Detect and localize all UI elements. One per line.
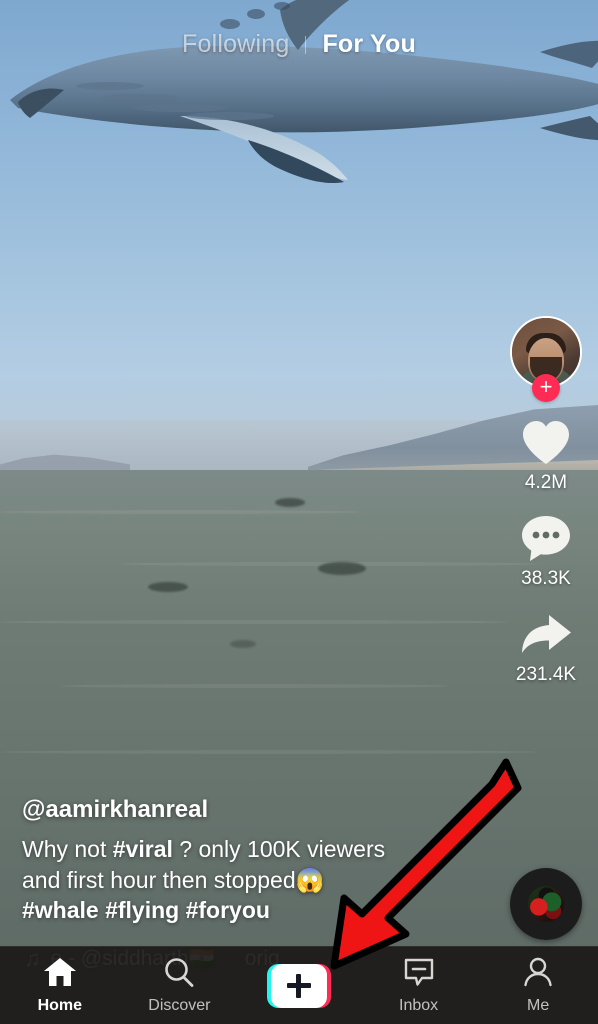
nav-item-discover[interactable]: Discover xyxy=(129,957,229,1015)
tiktok-video-screen: Following For You + 4.2M 38.3K 231.4K @a… xyxy=(0,0,598,1024)
comment-count: 38.3K xyxy=(521,568,571,589)
nav-label-discover: Discover xyxy=(148,996,211,1014)
tab-for-you[interactable]: For You xyxy=(308,30,430,59)
video-caption: @aamirkhanreal Why not #viral ? only 100… xyxy=(22,796,392,926)
nav-item-me[interactable]: Me xyxy=(488,957,588,1015)
action-rail: + 4.2M 38.3K 231.4K xyxy=(506,316,586,704)
caption-text: Why not #viral ? only 100K viewers and f… xyxy=(22,834,392,926)
like-button[interactable]: 4.2M xyxy=(518,416,574,494)
home-icon xyxy=(43,957,77,992)
follow-button[interactable]: + xyxy=(532,374,560,402)
tab-divider xyxy=(305,35,307,54)
caption-segment-0: Why not xyxy=(22,836,113,863)
nav-label-inbox: Inbox xyxy=(399,996,439,1014)
tab-following[interactable]: Following xyxy=(168,30,303,59)
avatar[interactable]: + xyxy=(510,316,582,402)
inbox-icon xyxy=(403,957,435,992)
nav-label-me: Me xyxy=(527,996,550,1014)
music-disc-icon[interactable] xyxy=(510,868,582,940)
like-count: 4.2M xyxy=(524,472,568,493)
top-tab-bar: Following For You xyxy=(0,30,598,59)
search-icon xyxy=(163,957,195,992)
create-button[interactable] xyxy=(249,963,349,1008)
hashtag-group[interactable]: #whale #flying #foryou xyxy=(22,897,270,923)
music-disc-art xyxy=(528,886,564,922)
comment-button[interactable]: 38.3K xyxy=(518,512,574,590)
author-handle[interactable]: @aamirkhanreal xyxy=(22,796,392,824)
hashtag-viral[interactable]: #viral xyxy=(113,836,173,862)
share-button[interactable]: 231.4K xyxy=(516,608,576,686)
create-button-face[interactable] xyxy=(270,963,327,1008)
share-icon[interactable] xyxy=(518,608,574,662)
nav-item-inbox[interactable]: Inbox xyxy=(369,957,469,1015)
comment-icon[interactable] xyxy=(518,512,574,566)
person-icon xyxy=(522,957,554,992)
scream-emoji: 😱 xyxy=(295,866,325,893)
heart-icon[interactable] xyxy=(518,416,574,470)
share-count: 231.4K xyxy=(515,664,577,685)
nav-item-home[interactable]: Home xyxy=(10,957,110,1015)
bottom-navigation-bar: Home Discover Inbox Me xyxy=(0,946,598,1024)
nav-label-home: Home xyxy=(37,996,83,1014)
plus-icon xyxy=(286,973,311,998)
plus-icon: + xyxy=(539,374,553,399)
